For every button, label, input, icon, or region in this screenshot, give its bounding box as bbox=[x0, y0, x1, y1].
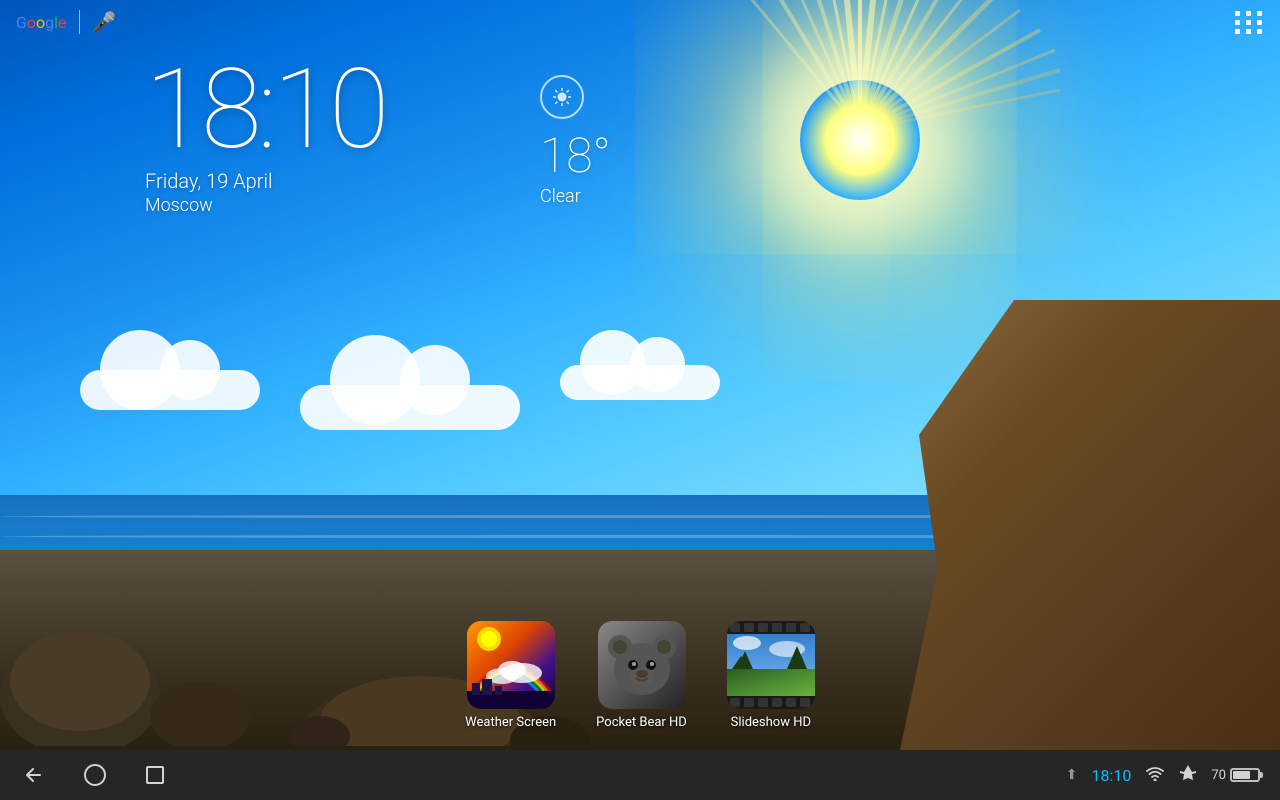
weather-temperature: 18° bbox=[540, 127, 611, 184]
usb-icon: ⬆ bbox=[1066, 767, 1078, 783]
status-time: 18:10 bbox=[1092, 766, 1132, 785]
cloud-2 bbox=[300, 385, 520, 430]
google-text: Google bbox=[16, 13, 67, 32]
weather-sun-icon bbox=[540, 75, 584, 119]
pocket-bear-icon[interactable] bbox=[598, 621, 686, 709]
clock-widget: 18:10 Friday, 19 April Moscow bbox=[145, 55, 385, 216]
google-logo: Google bbox=[16, 13, 67, 32]
nav-left-buttons bbox=[20, 763, 164, 787]
recent-apps-button[interactable] bbox=[146, 766, 164, 784]
weather-condition: Clear bbox=[540, 186, 611, 207]
app-weather-screen[interactable]: Weather Screen bbox=[465, 621, 556, 730]
apps-grid-icon[interactable] bbox=[1235, 11, 1264, 34]
app-dock: Weather Screen bbox=[0, 621, 1280, 750]
navigation-bar: ⬆ 18:10 70 bbox=[0, 750, 1280, 800]
battery-fill bbox=[1233, 771, 1250, 779]
microphone-icon[interactable]: 🎤 bbox=[92, 10, 117, 34]
cloud-1 bbox=[80, 370, 260, 410]
cloud-3 bbox=[560, 365, 720, 400]
sun-glow bbox=[800, 80, 920, 200]
pocket-bear-label: Pocket Bear HD bbox=[596, 715, 687, 730]
airplane-icon bbox=[1179, 764, 1197, 786]
slideshow-hd-label: Slideshow HD bbox=[731, 715, 811, 730]
weather-screen-icon[interactable] bbox=[467, 621, 555, 709]
weather-widget: 18° Clear bbox=[540, 75, 611, 207]
app-pocket-bear[interactable]: Pocket Bear HD bbox=[596, 621, 687, 730]
back-button[interactable] bbox=[20, 763, 44, 787]
status-bar: ⬆ 18:10 70 bbox=[1066, 764, 1260, 786]
wifi-icon bbox=[1145, 765, 1165, 785]
app-slideshow-hd[interactable]: Slideshow HD bbox=[727, 621, 815, 730]
battery-indicator: 70 bbox=[1211, 768, 1260, 783]
top-bar: Google 🎤 bbox=[0, 0, 1280, 44]
battery-bar bbox=[1230, 768, 1260, 782]
battery-percent-text: 70 bbox=[1211, 768, 1226, 783]
top-bar-divider bbox=[79, 10, 80, 34]
slideshow-hd-icon[interactable] bbox=[727, 621, 815, 709]
clock-time: 18:10 bbox=[145, 55, 385, 165]
clock-location: Moscow bbox=[145, 195, 385, 216]
weather-screen-label: Weather Screen bbox=[465, 715, 556, 730]
home-button[interactable] bbox=[84, 764, 106, 786]
